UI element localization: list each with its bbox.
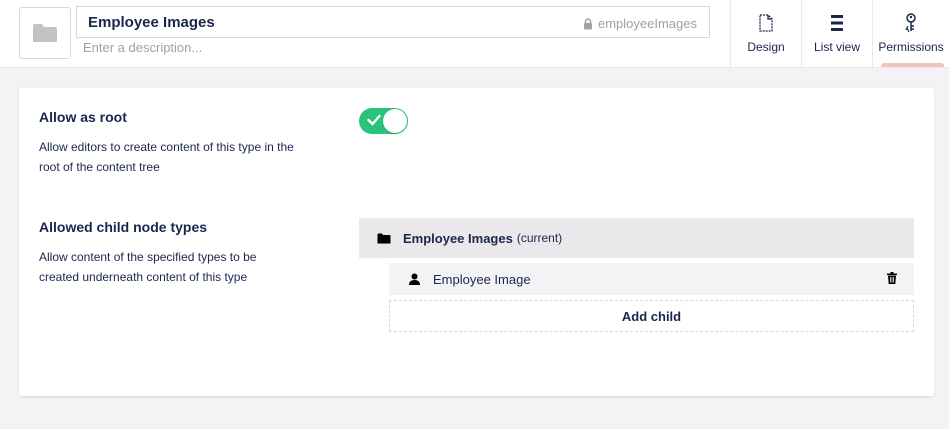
app-tabs: Design List view Permissions [730, 0, 949, 67]
description-input[interactable]: Enter a description... [83, 40, 683, 58]
current-type-label: Employee Images [403, 230, 513, 246]
list-icon [831, 12, 843, 34]
delete-child-button[interactable] [887, 272, 897, 287]
child-type-label: Employee Image [433, 271, 531, 287]
tab-list-view[interactable]: List view [801, 0, 872, 67]
child-type-item: Employee Image [389, 263, 914, 295]
lock-icon [584, 17, 592, 29]
tab-permissions[interactable]: Permissions [872, 0, 949, 67]
allowed-children-description: Allow content of the specified types to … [39, 250, 257, 284]
allow-root-toggle[interactable] [359, 108, 408, 134]
trash-icon [887, 272, 897, 284]
alias-field[interactable]: employeeImages [583, 16, 697, 31]
name-input[interactable]: Employee Images employeeImages [76, 6, 710, 38]
tab-design-label: Design [747, 40, 785, 54]
allow-root-description: Allow editors to create content of this … [39, 140, 294, 174]
tab-list-view-label: List view [813, 40, 860, 54]
folder-icon [33, 24, 57, 42]
tab-design[interactable]: Design [730, 0, 801, 67]
allow-root-title: Allow as root [39, 109, 127, 125]
key-icon [904, 12, 918, 34]
permissions-panel: Allow as root Allow editors to create co… [19, 88, 934, 396]
toggle-knob [383, 109, 407, 133]
document-icon [759, 12, 773, 34]
folder-icon [377, 233, 391, 243]
allowed-children-title: Allowed child node types [39, 219, 208, 235]
user-icon [409, 273, 420, 285]
name-value: Employee Images [88, 14, 215, 31]
current-type-row: Employee Images (current) [359, 218, 914, 258]
alias-value: employeeImages [598, 16, 697, 31]
current-type-suffix: (current) [516, 231, 563, 245]
add-child-button[interactable]: Add child [389, 300, 914, 332]
tab-permissions-label: Permissions [878, 40, 944, 54]
icon-picker-button[interactable] [19, 7, 71, 59]
check-icon [367, 114, 381, 126]
content-type-header: Employee Images employeeImages Enter a d… [0, 0, 949, 68]
